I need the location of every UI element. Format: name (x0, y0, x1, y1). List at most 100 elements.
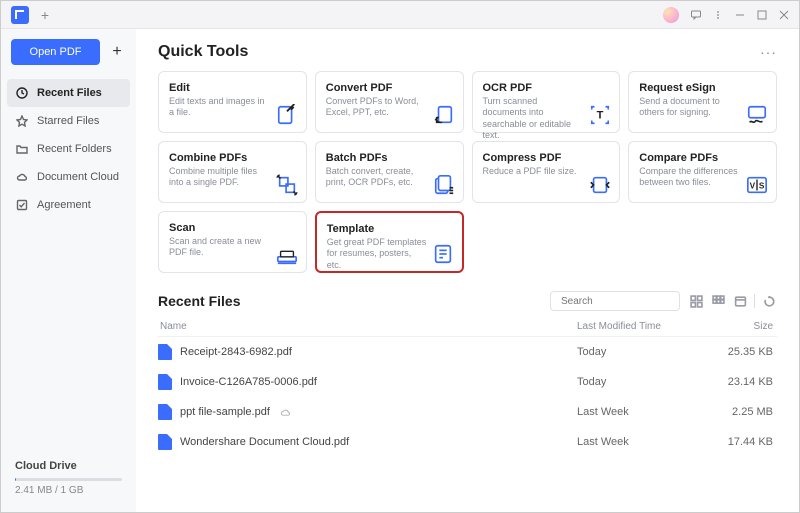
tool-desc: Scan and create a new PDF file. (169, 236, 269, 259)
cloud-drive-progressbar (15, 478, 122, 481)
tool-desc: Edit texts and images in a file. (169, 96, 269, 119)
recent-files-heading: Recent Files (158, 293, 240, 309)
tool-desc: Batch convert, create, print, OCR PDFs, … (326, 166, 426, 189)
sidebar: Open PDF + Recent Files Starred Files Re… (1, 29, 136, 512)
quick-tools-heading: Quick Tools (158, 43, 248, 61)
pdf-file-icon (158, 344, 172, 360)
file-size: 23.14 KB (717, 376, 777, 388)
maximize-button[interactable] (751, 4, 773, 26)
chat-icon[interactable] (685, 4, 707, 26)
tool-card-template[interactable]: Template Get great PDF templates for resu… (315, 211, 464, 273)
tool-title: Template (327, 223, 452, 235)
file-name-cell: Receipt-2843-6982.pdf (158, 344, 577, 360)
table-row[interactable]: Receipt-2843-6982.pdfToday25.35 KB (158, 337, 777, 367)
tool-icon (433, 104, 455, 126)
star-icon (15, 114, 29, 128)
tool-title: Batch PDFs (326, 152, 453, 164)
add-button[interactable]: + (108, 43, 126, 61)
tool-card-ocr-pdf[interactable]: OCR PDFTurn scanned documents into searc… (472, 71, 621, 133)
menu-dots-icon[interactable] (707, 4, 729, 26)
column-name[interactable]: Name (158, 321, 577, 332)
tool-card-convert-pdf[interactable]: Convert PDF Convert PDFs to Word, Excel, … (315, 71, 464, 133)
refresh-button[interactable] (761, 293, 777, 309)
tool-desc: Turn scanned documents into searchable o… (483, 96, 583, 141)
sidebar-item-label: Starred Files (37, 115, 99, 127)
view-controls (688, 293, 777, 309)
minimize-button[interactable] (729, 4, 751, 26)
tool-title: Compare PDFs (639, 152, 766, 164)
cloud-drive-status: Cloud Drive 2.41 MB / 1 GB (1, 460, 136, 506)
sidebar-item-label: Recent Files (37, 87, 102, 99)
new-tab-button[interactable]: + (35, 7, 55, 23)
file-modified: Last Week (577, 436, 717, 448)
tool-icon: T (589, 104, 611, 126)
tool-desc: Convert PDFs to Word, Excel, PPT, etc. (326, 96, 426, 119)
separator (754, 294, 755, 308)
file-name: Invoice-C126A785-0006.pdf (180, 376, 317, 388)
search-box[interactable] (550, 291, 680, 311)
tool-card-request-esign[interactable]: Request eSignSend a document to others f… (628, 71, 777, 133)
file-name: ppt file-sample.pdf (180, 406, 270, 418)
sidebar-item-recent-files[interactable]: Recent Files (7, 79, 130, 107)
tool-title: OCR PDF (483, 82, 610, 94)
table-row[interactable]: Invoice-C126A785-0006.pdfToday23.14 KB (158, 367, 777, 397)
view-calendar-button[interactable] (732, 293, 748, 309)
sidebar-item-recent-folders[interactable]: Recent Folders (1, 135, 136, 163)
tool-card-combine-pdfs[interactable]: Combine PDFs Combine multiple files into … (158, 141, 307, 203)
titlebar: + (1, 1, 799, 29)
quick-tools-more-button[interactable]: ··· (760, 44, 777, 60)
cloud-drive-title: Cloud Drive (15, 460, 122, 472)
tool-desc: Compare the differences between two file… (639, 166, 739, 189)
close-button[interactable] (773, 4, 795, 26)
file-modified: Last Week (577, 406, 717, 418)
recent-files-table: Name Last Modified Time Size Receipt-284… (158, 317, 777, 457)
column-size[interactable]: Size (717, 321, 777, 332)
tool-card-batch-pdfs[interactable]: Batch PDFs Batch convert, create, print, … (315, 141, 464, 203)
tool-icon (276, 104, 298, 126)
view-small-grid-button[interactable] (710, 293, 726, 309)
tool-title: Combine PDFs (169, 152, 296, 164)
tool-title: Convert PDF (326, 82, 453, 94)
sidebar-item-label: Recent Folders (37, 143, 112, 155)
tool-icon (276, 244, 298, 266)
tool-desc: Send a document to others for signing. (639, 96, 739, 119)
tool-desc: Combine multiple files into a single PDF… (169, 166, 269, 189)
cloud-drive-usage: 2.41 MB / 1 GB (15, 485, 122, 496)
sidebar-item-starred-files[interactable]: Starred Files (1, 107, 136, 135)
sidebar-item-document-cloud[interactable]: Document Cloud (1, 163, 136, 191)
tool-icon (746, 104, 768, 126)
tool-icon (433, 174, 455, 196)
tool-icon (432, 243, 454, 265)
sidebar-item-label: Agreement (37, 199, 91, 211)
pdf-file-icon (158, 374, 172, 390)
svg-text:S: S (759, 182, 765, 191)
main-content: Quick Tools ··· Edit Edit texts and image… (136, 29, 799, 512)
tool-card-scan[interactable]: Scan Scan and create a new PDF file. (158, 211, 307, 273)
file-name: Receipt-2843-6982.pdf (180, 346, 292, 358)
view-large-grid-button[interactable] (688, 293, 704, 309)
open-pdf-button[interactable]: Open PDF (11, 39, 100, 65)
tool-icon (276, 174, 298, 196)
file-size: 17.44 KB (717, 436, 777, 448)
assistant-orb-icon[interactable] (663, 7, 679, 23)
cloud-sync-icon (280, 407, 291, 418)
table-row[interactable]: ppt file-sample.pdfLast Week2.25 MB (158, 397, 777, 427)
tool-desc: Get great PDF templates for resumes, pos… (327, 237, 427, 271)
tool-card-compress-pdf[interactable]: Compress PDFReduce a PDF file size. (472, 141, 621, 203)
sidebar-nav: Recent Files Starred Files Recent Folder… (1, 79, 136, 219)
tool-card-edit[interactable]: Edit Edit texts and images in a file. (158, 71, 307, 133)
sidebar-item-agreement[interactable]: Agreement (1, 191, 136, 219)
tool-card-compare-pdfs[interactable]: Compare PDFs Compare the differences betw… (628, 141, 777, 203)
tool-title: Edit (169, 82, 296, 94)
checkbox-icon (15, 198, 29, 212)
table-header: Name Last Modified Time Size (158, 317, 777, 337)
clock-icon (15, 86, 29, 100)
pdf-file-icon (158, 404, 172, 420)
search-input[interactable] (561, 296, 693, 307)
file-name-cell: Invoice-C126A785-0006.pdf (158, 374, 577, 390)
svg-text:T: T (597, 110, 604, 122)
tool-title: Scan (169, 222, 296, 234)
table-row[interactable]: Wondershare Document Cloud.pdfLast Week1… (158, 427, 777, 457)
column-modified[interactable]: Last Modified Time (577, 321, 717, 332)
svg-text:V: V (750, 182, 756, 191)
